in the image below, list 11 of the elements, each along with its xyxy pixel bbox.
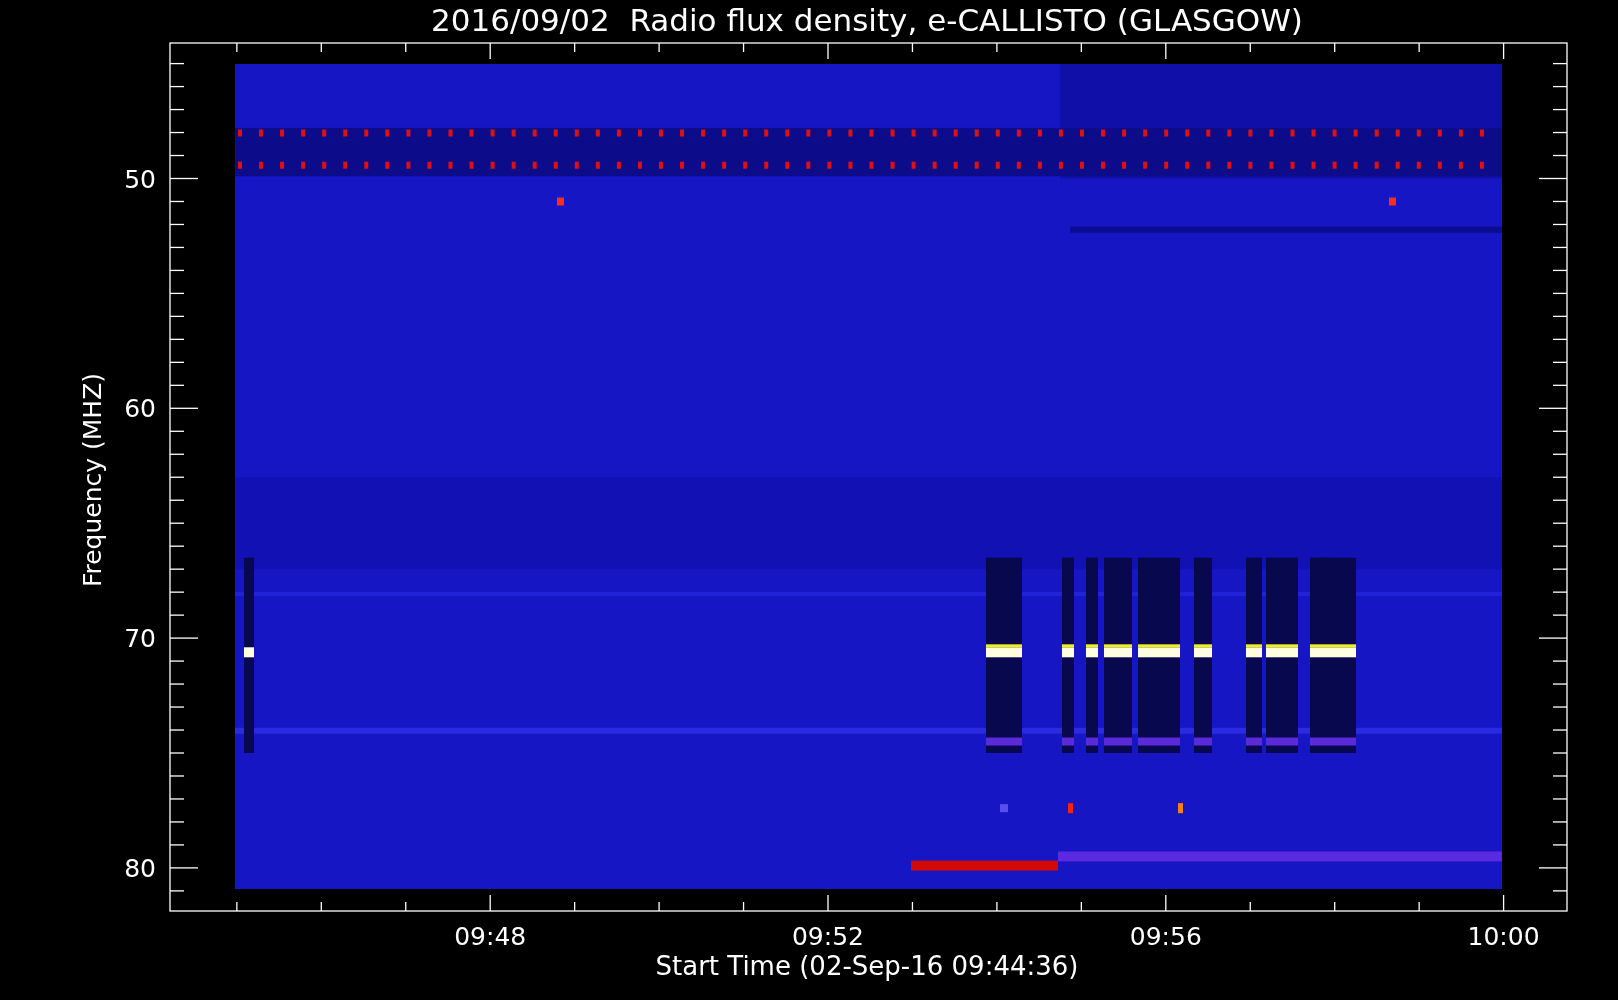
y-tick-label: 60	[124, 394, 156, 424]
y-tick-label: 50	[124, 164, 156, 194]
x-tick-label: 10:00	[1467, 922, 1540, 951]
x-tick-label: 09:56	[1129, 922, 1202, 951]
y-tick-label: 70	[124, 624, 156, 654]
x-tick-label: 09:48	[454, 922, 527, 951]
y-axis-label: Frequency (MHZ)	[78, 372, 107, 588]
chart-title: 2016/09/02 Radio flux density, e-CALLISTO (GLASGOW)	[431, 2, 1303, 38]
y-tick-label: 80	[124, 853, 156, 883]
x-tick-label: 09:52	[792, 922, 864, 951]
x-axis-label: Start Time (02-Sep-16 09:44:36)	[655, 951, 1079, 981]
